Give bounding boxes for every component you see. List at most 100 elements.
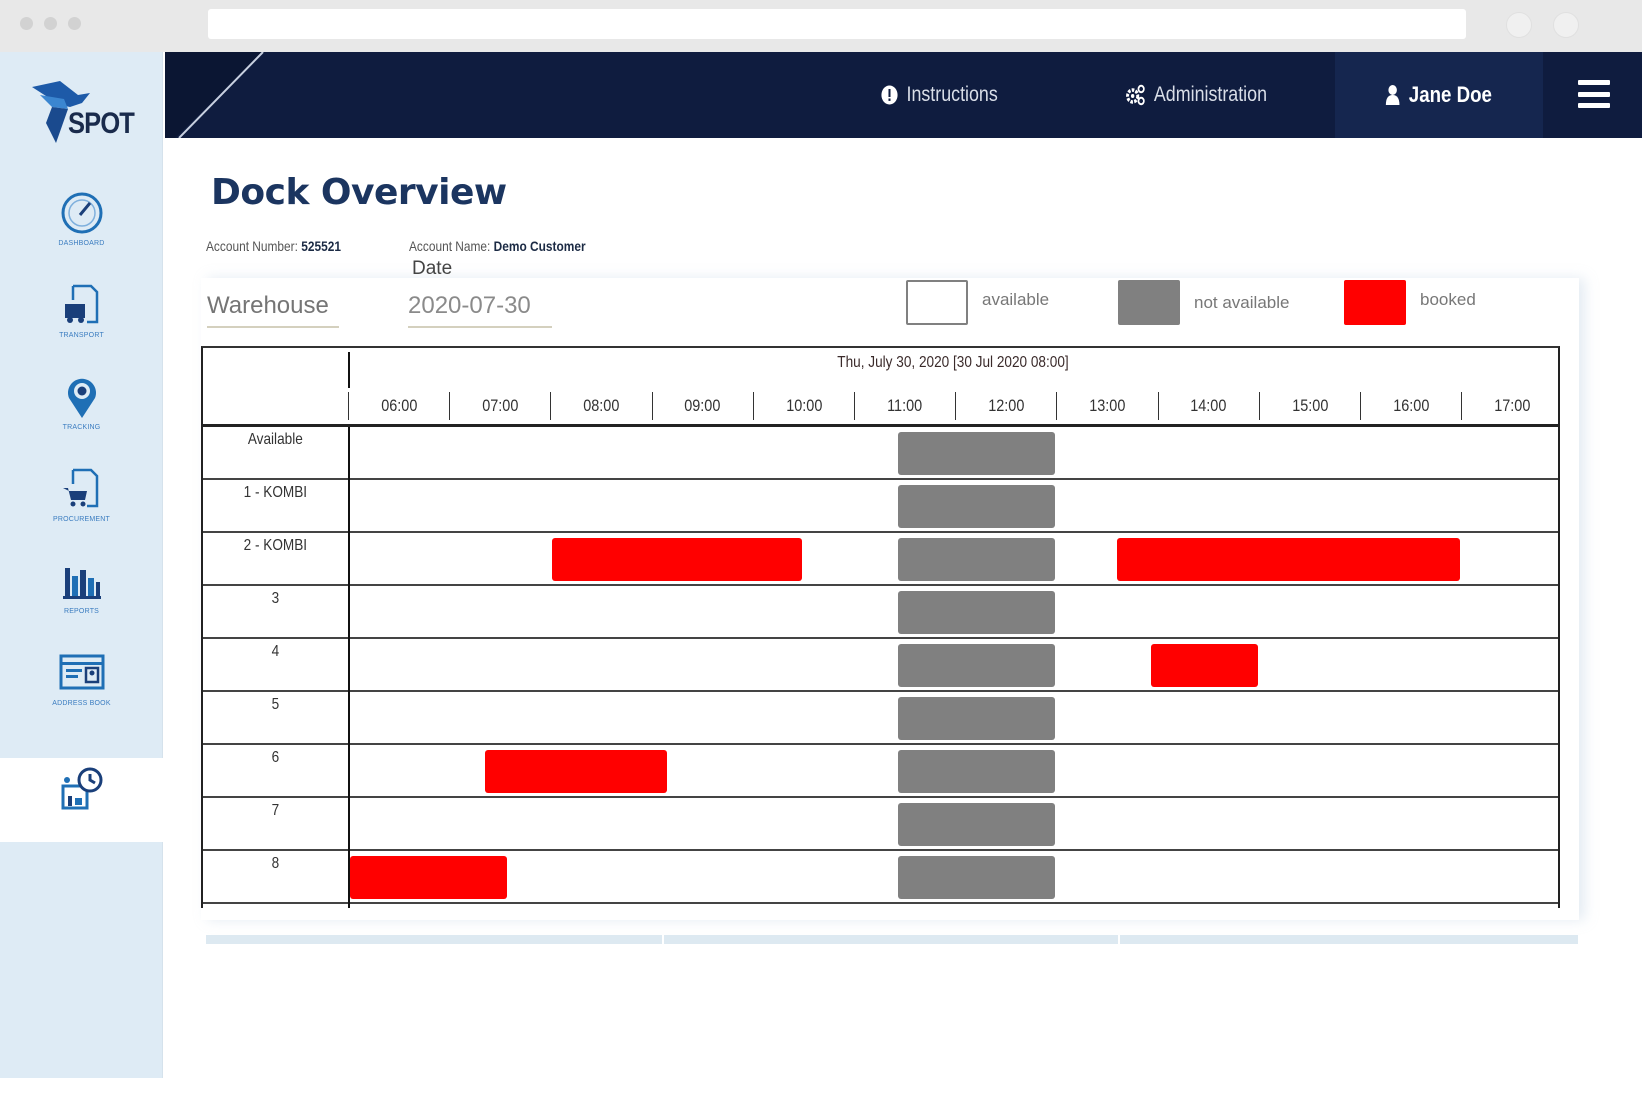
- account-number: Account Number: 525521: [206, 238, 341, 254]
- dock-row-label: 2 - KOMBI: [243, 537, 308, 554]
- info-exclamation-icon: [881, 85, 898, 105]
- unavailable-slot: [898, 856, 1056, 899]
- dock-row-label: 5: [271, 696, 280, 713]
- legend-label-not-available: not available: [1194, 293, 1290, 312]
- unavailable-slot: [898, 591, 1056, 634]
- unavailable-slot: [898, 697, 1056, 740]
- decorative-slash: [165, 52, 264, 138]
- sidebar-item-dock-overview[interactable]: [0, 758, 163, 842]
- window-minimize-button[interactable]: [44, 17, 57, 30]
- hour-label: 15:00: [1291, 396, 1328, 415]
- top-navigation-bar: Instructions Administration Jane Doe: [165, 52, 1642, 138]
- window-close-button[interactable]: [20, 17, 33, 30]
- schedule-header: Thu, July 30, 2020 [30 Jul 2020 08:00] 0…: [203, 348, 1558, 427]
- gears-icon: [1126, 84, 1145, 106]
- administration-link[interactable]: Administration: [1125, 52, 1267, 138]
- dock-row-label: 3: [271, 590, 280, 607]
- hour-tick-label: 17:00: [1461, 392, 1558, 420]
- hour-tick-label: 11:00: [854, 392, 955, 420]
- booked-slot[interactable]: [552, 538, 803, 581]
- dock-row: Available: [203, 427, 1558, 480]
- hour-label: 13:00: [1089, 396, 1126, 415]
- page-title: Dock Overview: [211, 172, 507, 213]
- speedometer-icon: [61, 192, 102, 234]
- user-icon: [1385, 85, 1400, 105]
- legend-label-available: available: [982, 290, 1050, 309]
- hour-label: 14:00: [1190, 396, 1227, 415]
- hour-label: 09:00: [684, 396, 721, 415]
- date-label: Date: [412, 258, 453, 279]
- sidebar-item-procurement[interactable]: Procurement: [0, 458, 163, 550]
- dock-clock-icon: [61, 767, 102, 810]
- dock-row-label: 8: [271, 855, 280, 872]
- sidebar-item-reports[interactable]: Reports: [0, 550, 163, 642]
- schedule-date-header: Thu, July 30, 2020 [30 Jul 2020 08:00]: [837, 354, 1069, 371]
- dock-row-label: 7: [271, 802, 280, 819]
- header-divider: [348, 352, 350, 388]
- sidebar: SPOT Dashboard Transport Tracking: [0, 52, 163, 1078]
- truck-document-icon: [64, 284, 98, 324]
- hour-label: 17:00: [1494, 396, 1531, 415]
- hour-tick-label: 15:00: [1258, 392, 1360, 420]
- hour-tick-label: 16:00: [1360, 392, 1461, 420]
- account-name: Account Name: Demo Customer: [409, 238, 586, 254]
- sidebar-item-transport[interactable]: Transport: [0, 274, 163, 366]
- hour-tick-label: 09:00: [651, 392, 753, 420]
- unavailable-slot: [898, 538, 1056, 581]
- cart-document-icon: [62, 468, 98, 508]
- hour-label: 16:00: [1393, 396, 1430, 415]
- dock-row-label: 6: [271, 749, 280, 766]
- unavailable-slot: [898, 644, 1056, 687]
- hour-label: 06:00: [381, 396, 418, 415]
- hour-tick-label: 14:00: [1157, 392, 1259, 420]
- window-controls: [20, 17, 81, 30]
- dock-row: 4: [203, 639, 1558, 692]
- footer-strip: [1120, 935, 1578, 944]
- dock-schedule-grid: Thu, July 30, 2020 [30 Jul 2020 08:00] 0…: [201, 346, 1560, 908]
- warehouse-input[interactable]: [207, 286, 339, 328]
- sidebar-item-tracking[interactable]: Tracking: [0, 366, 163, 458]
- address-card-icon: [59, 654, 104, 690]
- label-column-divider: [348, 427, 350, 908]
- dock-row: 3: [203, 586, 1558, 639]
- dock-row: 9: [203, 904, 1558, 908]
- dock-row: 2 - KOMBI: [203, 533, 1558, 586]
- browser-toolbar: [0, 0, 1642, 52]
- dock-row: 7: [203, 798, 1558, 851]
- instructions-link[interactable]: Instructions: [881, 52, 998, 138]
- sidebar-item-address-book[interactable]: Address Book: [0, 642, 163, 734]
- hamburger-menu-icon[interactable]: [1578, 80, 1610, 108]
- sidebar-item-dashboard[interactable]: Dashboard: [0, 182, 163, 274]
- hour-tick-label: 07:00: [449, 392, 550, 420]
- spot-logo[interactable]: SPOT: [30, 77, 140, 152]
- booked-slot[interactable]: [350, 856, 508, 899]
- user-menu[interactable]: Jane Doe: [1385, 52, 1492, 138]
- footer-strip: [664, 935, 1118, 944]
- dock-row-label: 4: [271, 643, 280, 660]
- browser-extension-icon[interactable]: [1506, 12, 1532, 38]
- unavailable-slot: [898, 750, 1056, 793]
- hour-tick-label: 13:00: [1056, 392, 1157, 420]
- bar-chart-icon: [62, 568, 101, 599]
- logo-text: SPOT: [68, 107, 135, 140]
- hour-label: 12:00: [988, 396, 1025, 415]
- footer-strip: [206, 935, 662, 944]
- unavailable-slot: [898, 432, 1056, 475]
- dock-row: 8: [203, 851, 1558, 904]
- date-input[interactable]: [408, 286, 552, 328]
- dock-row: 6: [203, 745, 1558, 798]
- legend-swatch-available: [906, 280, 968, 325]
- dock-row: 5: [203, 692, 1558, 745]
- map-pin-icon: [67, 378, 96, 418]
- booked-slot[interactable]: [1151, 644, 1258, 687]
- legend-label-booked: booked: [1420, 290, 1476, 309]
- dock-row-label: Available: [248, 431, 303, 448]
- browser-profile-icon[interactable]: [1553, 12, 1579, 38]
- window-maximize-button[interactable]: [68, 17, 81, 30]
- hour-label: 07:00: [482, 396, 519, 415]
- unavailable-slot: [898, 803, 1056, 846]
- dock-row-label: 1 - KOMBI: [243, 484, 308, 501]
- booked-slot[interactable]: [1117, 538, 1461, 581]
- booked-slot[interactable]: [484, 750, 668, 793]
- address-bar[interactable]: [208, 9, 1466, 39]
